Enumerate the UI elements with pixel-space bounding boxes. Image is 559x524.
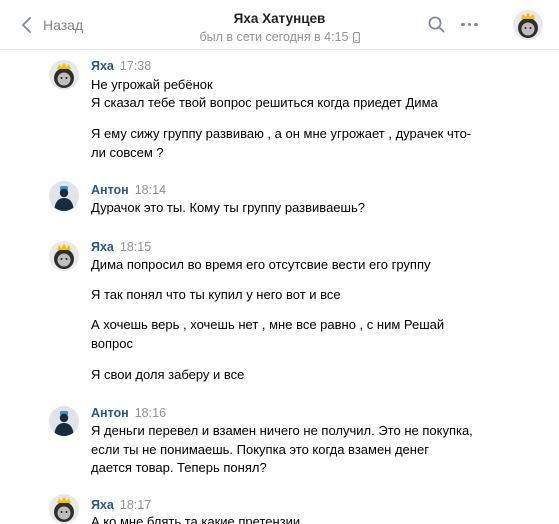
message-text: ли совсем ? — [91, 145, 164, 160]
online-status: был в сети сегодня в 4:15 — [199, 30, 360, 44]
message-time: 18:15 — [119, 240, 152, 254]
avatar[interactable] — [49, 181, 79, 211]
message-feed: Яха 17:38 Не угрожай ребёнок Я сказал теб… — [0, 51, 559, 524]
message-text: Я ему сижу группу развиваю , а он мне уг… — [91, 126, 472, 141]
phone-icon — [352, 31, 360, 43]
message-text: Я деньги перевел и взамен ничего не полу… — [91, 423, 473, 438]
more-button[interactable] — [461, 16, 478, 33]
avatar[interactable] — [49, 494, 79, 524]
message-text: Я сказал тебе твой вопрос решиться когда… — [91, 95, 438, 110]
lion-crown-avatar-icon — [49, 494, 79, 524]
avatar[interactable] — [49, 241, 79, 271]
author-name[interactable]: Яха — [91, 59, 114, 73]
search-icon — [428, 16, 445, 33]
message-meta: Яха 18:17 — [91, 497, 151, 513]
message-text: Дурачок это ты. Кому ты группу развиваеш… — [91, 200, 365, 215]
author-name[interactable]: Антон — [91, 406, 129, 420]
message-text: Дима попросил во время его отсутсвие вес… — [91, 257, 431, 272]
author-name[interactable]: Яха — [91, 498, 114, 512]
more-dots-icon — [474, 22, 478, 27]
avatar[interactable] — [49, 60, 79, 90]
message-text: А хочешь верь , хочешь нет , мне все рав… — [91, 317, 445, 332]
avatar[interactable] — [49, 406, 79, 436]
lion-crown-avatar-icon — [49, 241, 79, 271]
author-name[interactable]: Антон — [91, 183, 129, 197]
online-status-text: был в сети сегодня в 4:15 — [199, 30, 349, 44]
message-meta: Яха 17:38 — [91, 58, 151, 74]
message-text: А ко мне блять та какие претензии — [91, 514, 301, 524]
header-avatar[interactable] — [513, 10, 543, 40]
more-dots-icon — [467, 22, 471, 27]
message-text: Я так понял что ты купил у него вот и вс… — [91, 287, 341, 302]
person-avatar-icon — [49, 181, 79, 211]
search-button[interactable] — [428, 16, 445, 38]
message-time: 18:16 — [134, 406, 167, 420]
more-dots-icon — [461, 22, 465, 27]
message-text: Не угрожай ребёнок — [91, 77, 213, 92]
message-time: 18:14 — [134, 183, 167, 197]
chat-header: Назад Яха Хатунцев был в сети сегодня в … — [0, 0, 559, 50]
person-avatar-icon — [49, 406, 79, 436]
author-name[interactable]: Яха — [91, 240, 114, 254]
message-text: Я свои доля заберу и все — [91, 367, 245, 382]
message-meta: Антон 18:14 — [91, 182, 166, 198]
lion-crown-avatar-icon — [513, 10, 543, 40]
message-text: если ты не понимаешь. Покупка это когда … — [91, 442, 429, 457]
message-meta: Яха 18:15 — [91, 239, 151, 255]
message-meta: Антон 18:16 — [91, 405, 166, 421]
message-time: 18:17 — [119, 498, 152, 512]
message-time: 17:38 — [119, 59, 152, 73]
message-text: вопрос — [91, 336, 133, 351]
lion-crown-avatar-icon — [49, 60, 79, 90]
message-text: дается товар. Теперь понял? — [91, 460, 267, 475]
